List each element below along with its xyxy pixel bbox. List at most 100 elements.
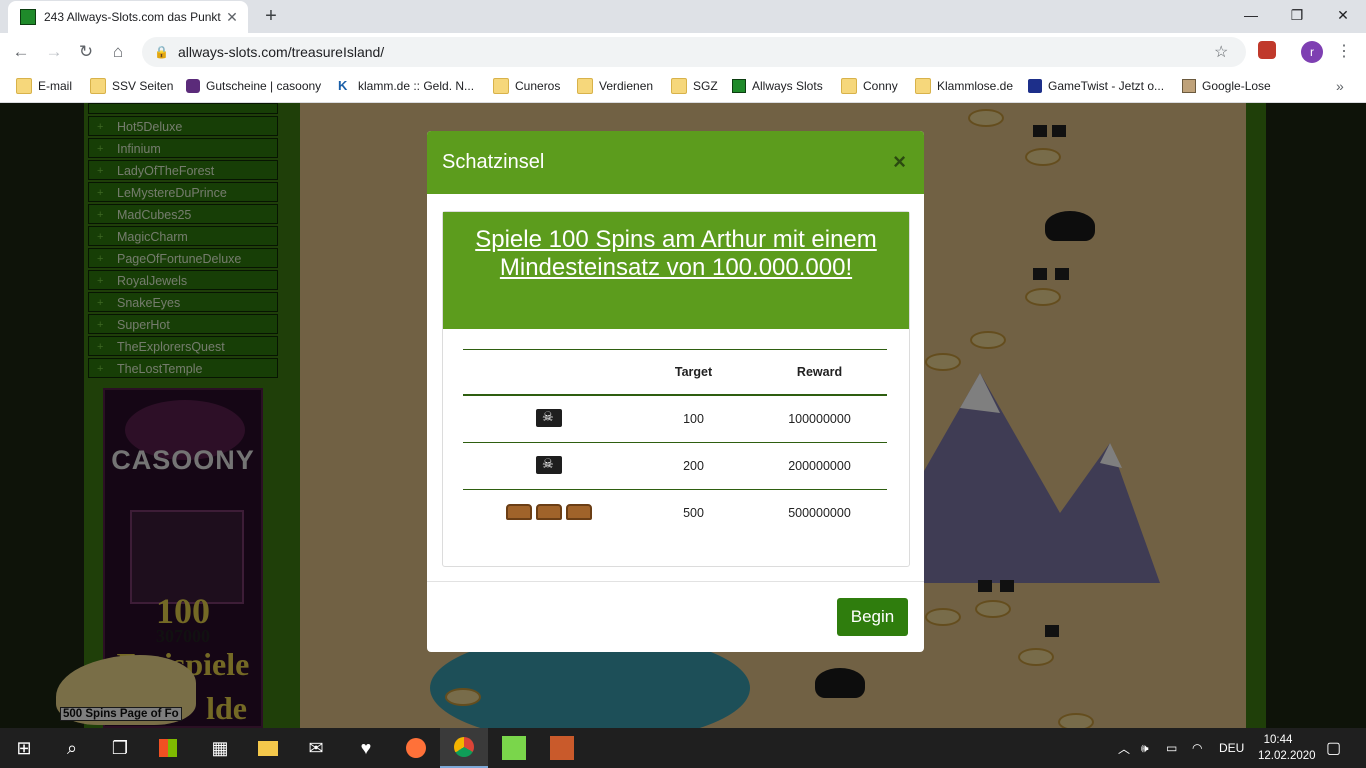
restore-button[interactable]: ❐ bbox=[1274, 0, 1320, 30]
bookmark-label: Gutscheine | casoony bbox=[206, 79, 322, 93]
target-cell: 100 bbox=[635, 395, 752, 443]
bookmark-google-lose[interactable]: Google-Lose bbox=[1182, 76, 1271, 96]
klamm-icon: K bbox=[338, 78, 348, 93]
bookmark-label: E-mail bbox=[38, 79, 73, 93]
lock-icon: 🔒 bbox=[154, 45, 169, 59]
store-icon[interactable] bbox=[144, 728, 192, 768]
table-header-row: Target Reward bbox=[463, 349, 887, 396]
folder-icon bbox=[493, 78, 509, 94]
home-button[interactable]: ⌂ bbox=[107, 41, 129, 63]
begin-button[interactable]: Begin bbox=[837, 598, 908, 636]
bookmark-label: klamm.de :: Geld. N... bbox=[358, 79, 475, 93]
profile-avatar[interactable]: r bbox=[1301, 41, 1323, 63]
bookmark-label: Verdienen bbox=[599, 79, 654, 93]
column-header bbox=[463, 349, 635, 396]
url-text: allways-slots.com/treasureIsland/ bbox=[178, 44, 385, 60]
browser-tab[interactable]: 243 Allways-Slots.com das Punkt ✕ bbox=[8, 1, 248, 33]
close-window-button[interactable]: ✕ bbox=[1320, 0, 1366, 30]
column-header: Reward bbox=[752, 349, 887, 396]
target-cell: 200 bbox=[635, 442, 752, 490]
folder-icon bbox=[577, 78, 593, 94]
bookmark-allways-slots[interactable]: Allways Slots bbox=[732, 76, 823, 96]
bookmark-klammlose[interactable]: Klammlose.de bbox=[915, 76, 1013, 96]
battery-icon[interactable]: ▭ bbox=[1166, 728, 1177, 768]
language-indicator[interactable]: DEU bbox=[1219, 728, 1244, 768]
folder-icon bbox=[16, 78, 32, 94]
address-bar[interactable]: 🔒 allways-slots.com/treasureIsland/ ☆ bbox=[142, 37, 1246, 67]
treasure-chest-icon bbox=[566, 503, 592, 520]
reload-button[interactable]: ↻ bbox=[75, 41, 97, 63]
pirate-flag-icon bbox=[536, 408, 562, 427]
bookmark-sgz[interactable]: SGZ bbox=[671, 76, 718, 96]
bookmark-email[interactable]: E-mail bbox=[16, 76, 72, 96]
reward-icon-cell bbox=[463, 442, 635, 490]
folder-icon bbox=[671, 78, 687, 94]
mail-icon[interactable]: ✉ bbox=[292, 728, 340, 768]
tab-strip: 243 Allways-Slots.com das Punkt ✕ + — ❐ … bbox=[0, 0, 1366, 33]
reward-cell: 500000000 bbox=[788, 506, 851, 520]
tray-chevron-icon[interactable]: ︿ bbox=[1118, 728, 1130, 768]
heart-app-icon[interactable]: ♥ bbox=[342, 728, 390, 768]
treasure-chest-icon bbox=[536, 503, 562, 520]
extension-icon[interactable] bbox=[1258, 41, 1276, 59]
minimize-button[interactable]: — bbox=[1228, 0, 1274, 30]
google-lose-icon bbox=[1182, 79, 1196, 93]
reward-icon-cell bbox=[463, 395, 635, 443]
bookmark-cuneros[interactable]: Cuneros bbox=[493, 76, 560, 96]
table-row: 500 500000000 bbox=[463, 490, 887, 537]
reward-table: Target Reward 100 100000000 200 20000000… bbox=[463, 349, 887, 536]
close-tab-icon[interactable]: ✕ bbox=[224, 9, 240, 26]
target-cell: 500 bbox=[683, 506, 704, 520]
bookmark-label: GameTwist - Jetzt o... bbox=[1048, 79, 1165, 93]
pirate-flag-icon bbox=[536, 455, 562, 474]
bookmark-star-icon[interactable]: ☆ bbox=[1214, 42, 1238, 62]
clock[interactable]: 10:44 12.02.2020 bbox=[1258, 732, 1316, 764]
more-bookmarks-icon[interactable]: » bbox=[1336, 76, 1344, 96]
allways-icon bbox=[732, 79, 746, 93]
close-icon[interactable]: × bbox=[893, 149, 906, 175]
menu-icon[interactable]: ⋮ bbox=[1336, 41, 1352, 63]
bookmark-verdienen[interactable]: Verdienen bbox=[577, 76, 653, 96]
firefox-icon[interactable] bbox=[392, 728, 440, 768]
bookmark-label: Cuneros bbox=[515, 79, 561, 93]
treasure-island-modal: Schatzinsel × Spiele 100 Spins am Arthur… bbox=[427, 131, 924, 652]
clock-date: 12.02.2020 bbox=[1258, 750, 1316, 762]
new-tab-button[interactable]: + bbox=[260, 4, 282, 28]
bookmark-gutscheine[interactable]: Gutscheine | casoony bbox=[186, 76, 321, 96]
bookmark-label: SSV Seiten bbox=[112, 79, 174, 93]
modal-header: Schatzinsel × bbox=[427, 131, 924, 194]
pirate-app-icon[interactable] bbox=[538, 728, 586, 768]
back-button[interactable]: ← bbox=[10, 41, 32, 63]
task-view-icon[interactable]: ❐ bbox=[96, 728, 144, 768]
chrome-icon[interactable] bbox=[440, 728, 488, 768]
bookmark-label: SGZ bbox=[693, 79, 718, 93]
folder-icon bbox=[841, 78, 857, 94]
bookmark-klamm[interactable]: Kklamm.de :: Geld. N... bbox=[338, 76, 474, 96]
tab-title: 243 Allways-Slots.com das Punkt bbox=[44, 10, 221, 24]
calculator-icon[interactable]: ▦ bbox=[196, 728, 244, 768]
volume-icon[interactable]: 🕪 bbox=[1141, 728, 1149, 768]
reward-icon-cell bbox=[463, 490, 635, 537]
modal-title: Schatzinsel bbox=[442, 151, 545, 173]
network-icon[interactable]: ◠ bbox=[1192, 728, 1202, 768]
reward-cell: 100000000 bbox=[752, 395, 887, 443]
folder-icon bbox=[915, 78, 931, 94]
bookmark-label: Klammlose.de bbox=[937, 79, 1014, 93]
bookmark-label: Allways Slots bbox=[752, 79, 823, 93]
bookmark-conny[interactable]: Conny bbox=[841, 76, 898, 96]
table-row: 100 100000000 bbox=[463, 395, 887, 443]
bookmark-gametwist[interactable]: GameTwist - Jetzt o... bbox=[1028, 76, 1164, 96]
search-icon[interactable]: ⌕ bbox=[48, 728, 96, 768]
notification-icon[interactable]: ▢ bbox=[1326, 728, 1341, 768]
bookmark-label: Conny bbox=[863, 79, 898, 93]
folder-icon bbox=[90, 78, 106, 94]
forward-button[interactable]: → bbox=[43, 41, 65, 63]
windows-start-icon[interactable]: ⊞ bbox=[0, 728, 48, 768]
casoony-icon bbox=[186, 79, 200, 93]
modal-footer: Begin bbox=[427, 581, 924, 652]
file-explorer-icon[interactable] bbox=[244, 728, 292, 768]
slots-app-icon[interactable] bbox=[490, 728, 538, 768]
bookmark-ssv-seiten[interactable]: SSV Seiten bbox=[90, 76, 173, 96]
bookmark-label: Google-Lose bbox=[1202, 79, 1271, 93]
task-description[interactable]: Spiele 100 Spins am Arthur mit einem Min… bbox=[443, 212, 909, 329]
